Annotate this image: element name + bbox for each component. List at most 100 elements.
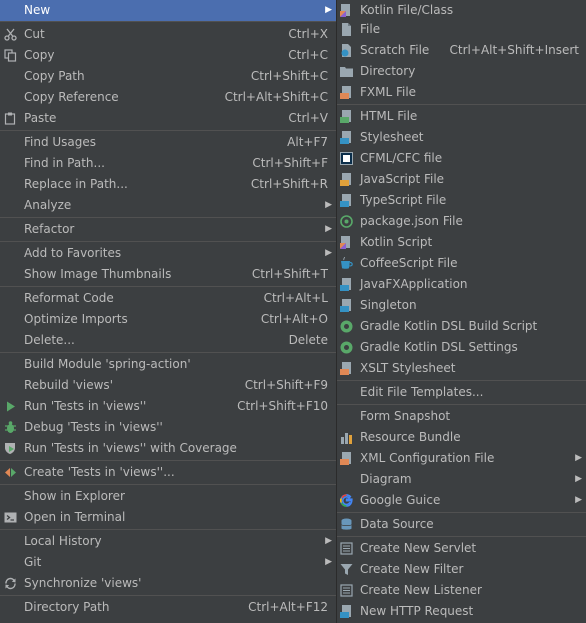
menu-item-diagram[interactable]: Diagram ▶ <box>337 469 586 490</box>
shortcut: Ctrl+Shift+R <box>250 177 328 191</box>
menu-item-resource-bundle[interactable]: Resource Bundle <box>337 427 586 448</box>
menu-item-javafx-application[interactable]: JavaFXApplication <box>337 274 586 295</box>
menu-item-copy[interactable]: Copy Ctrl+C <box>0 45 336 66</box>
google-icon <box>340 494 353 507</box>
submenu-arrow-icon: ▶ <box>575 453 582 463</box>
menu-item-coffeescript-file[interactable]: CoffeeScript File <box>337 253 586 274</box>
menu-item-form-snapshot[interactable]: Form Snapshot <box>337 406 586 427</box>
menu-item-cut[interactable]: Cut Ctrl+X <box>0 24 336 45</box>
java-class-file-icon <box>340 299 353 312</box>
menu-item-edit-file-templates[interactable]: Edit File Templates... <box>337 382 586 403</box>
paste-icon <box>4 112 17 125</box>
menu-item-scratch-file[interactable]: Scratch File Ctrl+Alt+Shift+Insert <box>337 40 586 61</box>
database-icon <box>340 518 353 531</box>
menu-item-label: Add to Favorites <box>24 246 122 260</box>
menu-item-find-usages[interactable]: Find Usages Alt+F7 <box>0 132 336 153</box>
menu-item-data-source[interactable]: Data Source <box>337 514 586 535</box>
menu-item-stylesheet[interactable]: Stylesheet <box>337 127 586 148</box>
menu-item-add-to-favorites[interactable]: Add to Favorites ▶ <box>0 243 336 264</box>
menu-item-open-in-terminal[interactable]: Open in Terminal <box>0 507 336 528</box>
menu-item-create-new-filter[interactable]: Create New Filter <box>337 559 586 580</box>
new-submenu: Kotlin File/Class File Scratch File Ctrl… <box>337 0 586 623</box>
menu-item-paste[interactable]: Paste Ctrl+V <box>0 108 336 129</box>
menu-item-synchronize[interactable]: Synchronize 'views' <box>0 573 336 594</box>
menu-item-cfml-file[interactable]: CFML/CFC file <box>337 148 586 169</box>
menu-item-show-thumbnails[interactable]: Show Image Thumbnails Ctrl+Shift+T <box>0 264 336 285</box>
menu-item-label: Stylesheet <box>360 130 424 144</box>
shortcut: Ctrl+Alt+O <box>260 312 328 326</box>
menu-item-create-new-listener[interactable]: Create New Listener <box>337 580 586 601</box>
menu-item-reformat-code[interactable]: Reformat Code Ctrl+Alt+L <box>0 288 336 309</box>
menu-item-rebuild[interactable]: Rebuild 'views' Ctrl+Shift+F9 <box>0 375 336 396</box>
menu-item-label: JavaScript File <box>360 172 445 186</box>
menu-item-google-guice[interactable]: Google Guice ▶ <box>337 490 586 511</box>
menu-item-debug-tests[interactable]: Debug 'Tests in 'views'' <box>0 417 336 438</box>
menu-item-replace-in-path[interactable]: Replace in Path... Ctrl+Shift+R <box>0 174 336 195</box>
menu-item-copy-path[interactable]: Copy Path Ctrl+Shift+C <box>0 66 336 87</box>
menu-item-gradle-build-script[interactable]: Gradle Kotlin DSL Build Script <box>337 316 586 337</box>
gradle-icon <box>340 320 353 333</box>
menu-item-label: New <box>24 3 51 17</box>
resource-bundle-icon <box>340 431 353 444</box>
menu-item-xml-configuration[interactable]: XML Configuration File ▶ <box>337 448 586 469</box>
menu-item-kotlin-script[interactable]: Kotlin Script <box>337 232 586 253</box>
shortcut: Ctrl+Shift+F9 <box>244 378 328 392</box>
menu-item-label: Open in Terminal <box>24 510 126 524</box>
menu-item-file[interactable]: File <box>337 19 586 40</box>
shortcut: Delete <box>288 333 328 347</box>
submenu-arrow-icon: ▶ <box>325 557 332 567</box>
shortcut: Ctrl+X <box>288 27 328 41</box>
scissors-icon <box>4 28 17 41</box>
menu-item-label: Scratch File <box>360 43 430 57</box>
coverage-shield-icon <box>4 442 17 455</box>
menu-item-typescript-file[interactable]: TypeScript File <box>337 190 586 211</box>
menu-item-label: Resource Bundle <box>360 430 461 444</box>
menu-item-find-in-path[interactable]: Find in Path... Ctrl+Shift+F <box>0 153 336 174</box>
menu-item-optimize-imports[interactable]: Optimize Imports Ctrl+Alt+O <box>0 309 336 330</box>
menu-item-analyze[interactable]: Analyze ▶ <box>0 195 336 216</box>
menu-item-javascript-file[interactable]: JavaScript File <box>337 169 586 190</box>
menu-item-label: Kotlin Script <box>360 235 433 249</box>
coffeescript-icon <box>340 257 353 270</box>
menu-item-label: Show in Explorer <box>24 489 125 503</box>
menu-item-xslt-stylesheet[interactable]: XSLT Stylesheet <box>337 358 586 379</box>
menu-separator <box>337 512 586 513</box>
menu-item-singleton[interactable]: Singleton <box>337 295 586 316</box>
submenu-arrow-icon: ▶ <box>325 224 332 234</box>
menu-item-delete[interactable]: Delete... Delete <box>0 330 336 351</box>
menu-item-git[interactable]: Git ▶ <box>0 552 336 573</box>
menu-item-package-json[interactable]: package.json File <box>337 211 586 232</box>
scratch-file-icon <box>340 44 353 57</box>
menu-item-label: Paste <box>24 111 57 125</box>
menu-item-refactor[interactable]: Refactor ▶ <box>0 219 336 240</box>
menu-item-run-with-coverage[interactable]: Run 'Tests in 'views'' with Coverage <box>0 438 336 459</box>
shortcut: Alt+F7 <box>287 135 328 149</box>
menu-item-run-tests[interactable]: Run 'Tests in 'views'' Ctrl+Shift+F10 <box>0 396 336 417</box>
menu-item-gradle-settings[interactable]: Gradle Kotlin DSL Settings <box>337 337 586 358</box>
menu-separator <box>0 217 336 218</box>
menu-separator <box>0 484 336 485</box>
menu-item-directory[interactable]: Directory <box>337 61 586 82</box>
menu-item-kotlin-file[interactable]: Kotlin File/Class <box>337 0 586 21</box>
menu-item-label: Create New Filter <box>360 562 464 576</box>
menu-item-html-file[interactable]: HTML File <box>337 106 586 127</box>
menu-item-label: package.json File <box>360 214 463 228</box>
menu-item-fxml-file[interactable]: FXML File <box>337 82 586 103</box>
menu-item-label: Directory <box>360 64 416 78</box>
menu-item-show-in-explorer[interactable]: Show in Explorer <box>0 486 336 507</box>
menu-item-label: Form Snapshot <box>360 409 451 423</box>
menu-item-label: Data Source <box>360 517 434 531</box>
menu-item-copy-reference[interactable]: Copy Reference Ctrl+Alt+Shift+C <box>0 87 336 108</box>
menu-item-create-new-servlet[interactable]: Create New Servlet <box>337 538 586 559</box>
menu-item-new[interactable]: New ▶ <box>0 0 336 21</box>
menu-item-create-tests[interactable]: Create 'Tests in 'views''... <box>0 462 336 483</box>
sync-icon <box>4 577 17 590</box>
menu-item-new-http-request[interactable]: New HTTP Request <box>337 601 586 622</box>
menu-item-local-history[interactable]: Local History ▶ <box>0 531 336 552</box>
menu-item-build-module[interactable]: Build Module 'spring-action' <box>0 354 336 375</box>
submenu-arrow-icon: ▶ <box>325 248 332 258</box>
javascript-file-icon <box>340 173 353 186</box>
folder-icon <box>340 65 353 78</box>
menu-item-directory-path[interactable]: Directory Path Ctrl+Alt+F12 <box>0 597 336 618</box>
menu-item-label: Edit File Templates... <box>360 385 484 399</box>
